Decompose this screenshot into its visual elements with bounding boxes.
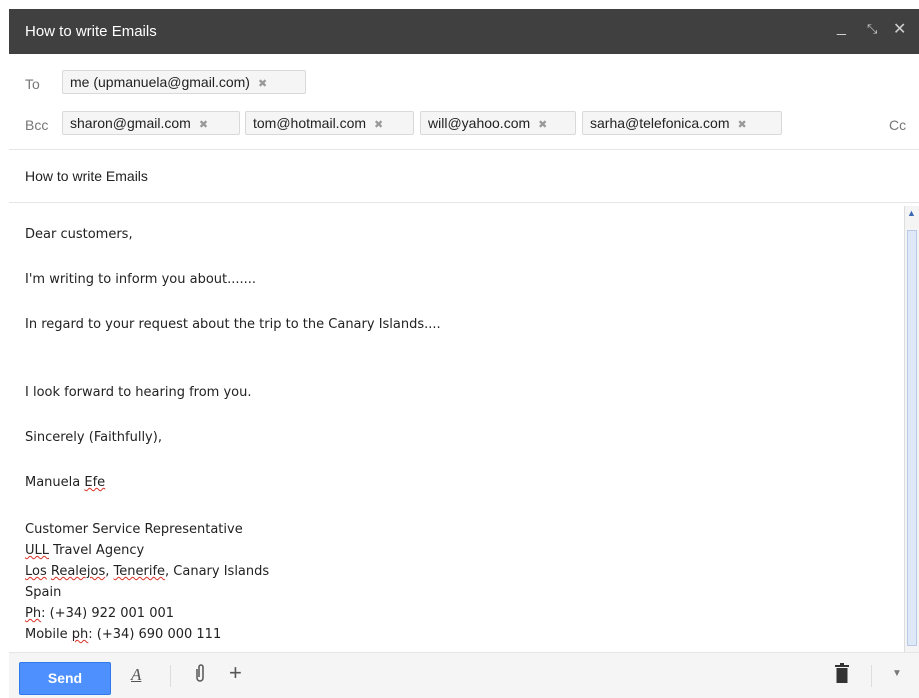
remove-recipient-icon[interactable]: ✖: [538, 119, 547, 131]
subject-input[interactable]: How to write Emails: [25, 168, 148, 184]
compose-title-bar: How to write Emails _ ⤡ ✕: [9, 9, 919, 54]
minimize-icon[interactable]: _: [837, 19, 846, 37]
agency-abbreviation: ULL: [25, 543, 50, 558]
compose-title: How to write Emails: [25, 23, 157, 40]
phone-label: Ph: [25, 606, 42, 621]
signature-agency: ULL Travel Agency: [25, 543, 144, 558]
recipients-divider: [9, 149, 919, 150]
body-greeting: Dear customers,: [25, 227, 133, 242]
agency-name: Travel Agency: [53, 543, 145, 558]
chevron-down-icon[interactable]: ▼: [892, 668, 902, 679]
trash-icon: [835, 663, 849, 683]
compose-window: How to write Emails _ ⤡ ✕ To me (upmanue…: [9, 9, 919, 698]
recipient-chip-label: sharon@gmail.com: [70, 115, 191, 131]
send-button[interactable]: Send: [19, 662, 111, 695]
pop-out-icon[interactable]: ⤡: [867, 21, 877, 37]
recipient-chip-bcc[interactable]: sharon@gmail.com ✖: [62, 111, 240, 135]
mobile-label: Mobile: [25, 627, 68, 642]
remove-recipient-icon[interactable]: ✖: [199, 119, 208, 131]
address-word: Tenerife: [113, 564, 166, 579]
signature-address: Los Realejos, Tenerife, Canary Islands: [25, 564, 270, 579]
recipient-chip-label: will@yahoo.com: [428, 115, 531, 131]
body-line: I'm writing to inform you about.......: [25, 272, 257, 287]
recipient-chip-bcc[interactable]: sarha@telefonica.com ✖: [582, 111, 782, 135]
recipient-chip-to[interactable]: me (upmanuela@gmail.com) ✖: [62, 70, 306, 94]
remove-recipient-icon[interactable]: ✖: [258, 78, 267, 90]
toolbar-separator: [871, 665, 872, 687]
recipient-chip-label: me (upmanuela@gmail.com): [70, 74, 250, 90]
mobile-ph-label: ph: [71, 627, 89, 642]
discard-draft-icon[interactable]: [835, 663, 849, 688]
signature-first-name: Manuela: [25, 475, 81, 490]
body-line: In regard to your request about the trip…: [25, 317, 441, 332]
body-scrollbar[interactable]: ▲: [904, 206, 919, 652]
recipient-chip-label: sarha@telefonica.com: [590, 115, 730, 131]
address-word: Los: [25, 564, 47, 579]
signature-phone: Ph: (+34) 922 001 001: [25, 606, 174, 621]
recipient-chip-label: tom@hotmail.com: [253, 115, 367, 131]
signature-title: Customer Service Representative: [25, 522, 243, 537]
address-rest: , Canary Islands: [165, 564, 270, 579]
subject-divider: [9, 202, 919, 203]
signature-mobile: Mobile ph: (+34) 690 000 111: [25, 627, 221, 642]
signature-last-name: Efe: [84, 475, 106, 490]
attach-file-icon[interactable]: [194, 663, 206, 688]
remove-recipient-icon[interactable]: ✖: [374, 119, 383, 131]
scroll-up-icon[interactable]: ▲: [907, 208, 916, 218]
toolbar-separator: [170, 665, 171, 687]
recipient-chip-bcc[interactable]: will@yahoo.com ✖: [420, 111, 576, 135]
body-closing: Sincerely (Faithfully),: [25, 430, 162, 445]
signature-country: Spain: [25, 585, 62, 600]
compose-toolbar: Send A + ▼: [9, 652, 919, 698]
bcc-label[interactable]: Bcc: [25, 117, 48, 133]
more-options-icon[interactable]: +: [229, 660, 242, 686]
cc-link[interactable]: Cc: [889, 117, 906, 133]
to-label[interactable]: To: [25, 76, 40, 92]
formatting-options-icon[interactable]: A: [131, 665, 141, 685]
mobile-value: : (+34) 690 000 111: [88, 627, 222, 642]
remove-recipient-icon[interactable]: ✖: [738, 119, 747, 131]
paperclip-icon: [196, 664, 204, 682]
close-icon[interactable]: ✕: [893, 19, 906, 39]
recipient-chip-bcc[interactable]: tom@hotmail.com ✖: [245, 111, 414, 135]
address-word: Realejos: [50, 564, 106, 579]
phone-value: : (+34) 922 001 001: [41, 606, 175, 621]
signature-name: Manuela Efe: [25, 475, 105, 490]
body-closing: I look forward to hearing from you.: [25, 385, 252, 400]
scrollbar-thumb[interactable]: [907, 230, 917, 646]
